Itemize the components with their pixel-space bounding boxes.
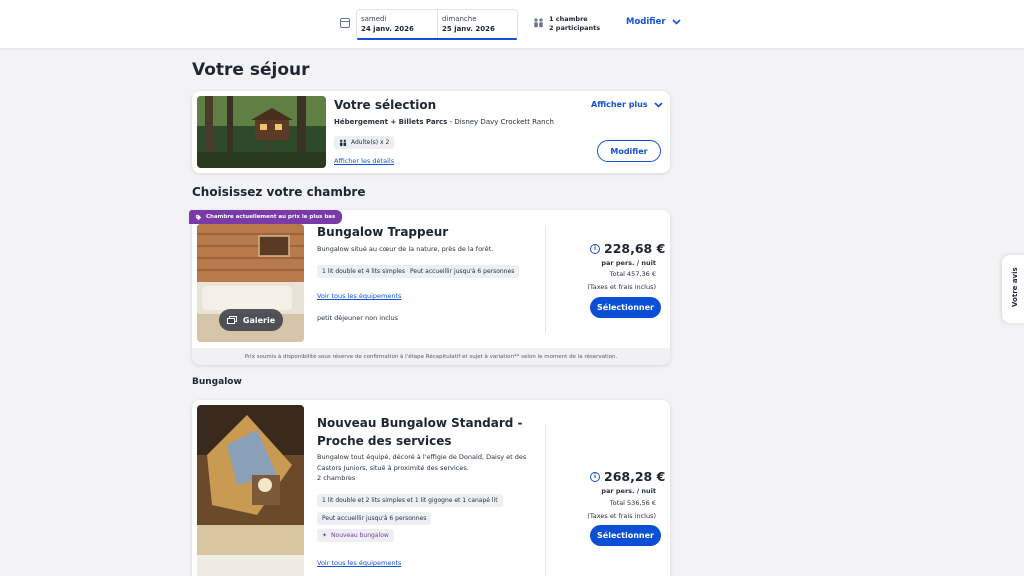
taxes-note: (Taxes et frais inclus) — [587, 283, 656, 291]
show-more-label: Afficher plus — [591, 100, 648, 109]
selection-info: Votre sélection — [334, 98, 436, 112]
bungalow-section-title: Bungalow — [192, 377, 242, 387]
feature-chip: Peut accueillir jusqu'à 6 personnes — [405, 265, 520, 278]
checkin-date: 24 janv. 2026 — [361, 25, 414, 33]
taxes-note: (Taxes et frais inclus) — [587, 512, 656, 520]
guests-chip: Adulte(s) x 2 — [334, 136, 395, 149]
room-image-standard[interactable] — [197, 405, 304, 576]
badge-label: Chambre actuellement au prix le plus bas — [206, 214, 336, 220]
desc-line1: Bungalow tout équipé, décoré à l'effigie… — [317, 453, 527, 461]
info-icon[interactable]: i — [590, 471, 600, 482]
room-price: 228,68 € — [604, 241, 666, 256]
modify-selection-button[interactable]: Modifier — [597, 140, 661, 162]
feature-chip: 1 lit double et 2 lits simples et 1 lit … — [317, 494, 503, 507]
card-divider — [545, 424, 546, 576]
top-search-bar: samedi 24 janv. 2026 dimanche 25 janv. 2… — [0, 0, 1024, 48]
room-name-line1: Nouveau Bungalow Standard - — [317, 416, 523, 430]
checkin-day: samedi — [361, 15, 387, 23]
room-price: 268,28 € — [604, 469, 666, 484]
lowest-price-badge: Chambre actuellement au prix le plus bas — [189, 210, 343, 224]
info-icon[interactable]: i — [590, 243, 600, 254]
room-name: Bungalow Trappeur — [317, 225, 449, 239]
price-unit: par pers. / nuit — [601, 259, 656, 267]
show-details-link[interactable]: Afficher les détails — [334, 157, 394, 165]
package-hotel: - Disney Davy Crockett Ranch — [447, 118, 554, 126]
tag-icon — [195, 214, 202, 220]
participants-count: 2 participants — [549, 24, 601, 32]
people-icon — [339, 139, 347, 146]
modify-search-button[interactable]: Modifier — [626, 17, 681, 27]
gallery-label: Galerie — [242, 315, 276, 325]
feedback-tab[interactable]: Votre avis — [1002, 255, 1024, 323]
show-more-button[interactable]: Afficher plus — [591, 100, 663, 109]
price-total: Total 457,36 € — [609, 270, 656, 278]
sparkle-icon: ✦ — [322, 532, 328, 539]
new-bungalow-tag: ✦ Nouveau bungalow — [317, 529, 394, 542]
equipment-link[interactable]: Voir tous les équipements — [317, 559, 401, 567]
room-name: Nouveau Bungalow Standard - Proche des s… — [317, 414, 523, 450]
modify-search-label: Modifier — [626, 17, 666, 27]
equipment-link[interactable]: Voir tous les équipements — [317, 292, 401, 300]
price-disclaimer: Prix soumis à disponibilité sous réserve… — [192, 348, 670, 365]
selection-image — [197, 96, 326, 168]
checkin-field[interactable]: samedi 24 janv. 2026 — [361, 15, 414, 34]
guests-label: Adulte(s) x 2 — [351, 139, 390, 146]
price-total: Total 536,56 € — [609, 499, 656, 507]
date-divider — [437, 10, 438, 38]
room-name-line2: Proche des services — [317, 434, 452, 448]
checkout-field[interactable]: dimanche 25 janv. 2026 — [442, 15, 495, 34]
feature-chip: Peut accueillir jusqu'à 6 personnes — [317, 512, 432, 525]
checkout-date: 25 janv. 2026 — [442, 25, 495, 33]
selection-title: Votre sélection — [334, 98, 437, 112]
card-divider — [545, 225, 546, 333]
desc-line3: 2 chambres — [317, 474, 356, 482]
new-tag-label: Nouveau bungalow — [331, 532, 389, 539]
feature-chip: 1 lit double et 4 lits simples — [317, 265, 411, 278]
gallery-button[interactable]: Galerie — [219, 309, 283, 331]
date-active-underline — [357, 38, 517, 40]
price-unit: par pers. / nuit — [601, 487, 656, 495]
price-block: i 268,28 € — [590, 469, 665, 484]
chevron-down-icon — [654, 101, 663, 108]
select-room-button[interactable]: Sélectionner — [590, 525, 661, 546]
date-selector[interactable]: samedi 24 janv. 2026 dimanche 25 janv. 2… — [356, 9, 518, 40]
chevron-down-icon — [671, 19, 681, 25]
package-type: Hébergement + Billets Parcs — [334, 118, 448, 126]
rooms-count: 1 chambre — [549, 15, 588, 23]
package-summary: Hébergement + Billets Parcs - Disney Dav… — [334, 118, 554, 126]
room-description: Bungalow situé au cœur de la nature, prè… — [317, 245, 494, 253]
room-description: Bungalow tout équipé, décoré à l'effigie… — [317, 452, 526, 484]
room-participants-summary[interactable]: 1 chambre 2 participants — [549, 15, 600, 33]
calendar-icon — [340, 18, 350, 28]
select-room-button[interactable]: Sélectionner — [590, 297, 661, 318]
choose-room-title: Choisissez votre chambre — [192, 185, 366, 199]
feedback-label: Votre avis — [1011, 267, 1019, 307]
people-icon — [534, 18, 543, 28]
breakfast-info: petit déjeuner non inclus — [317, 314, 399, 322]
desc-line2: Castors Juniors, situé à proximité des s… — [317, 463, 469, 472]
price-block: i 228,68 € — [590, 241, 665, 256]
gallery-icon — [226, 316, 237, 324]
checkout-day: dimanche — [442, 15, 477, 23]
page-title: Votre séjour — [192, 60, 310, 80]
